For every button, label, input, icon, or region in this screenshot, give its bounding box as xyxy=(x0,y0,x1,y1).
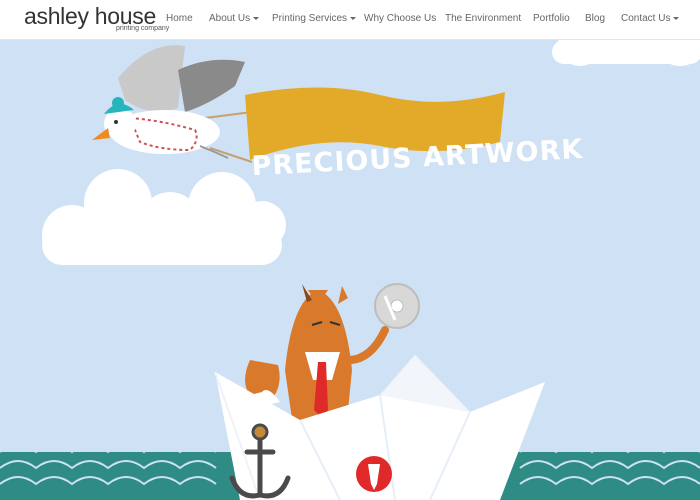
hero-illustration xyxy=(0,40,700,500)
brand-logo[interactable]: ashley house printing company xyxy=(24,3,169,37)
nav-item-home[interactable]: Home xyxy=(166,12,193,26)
nav-item-printing-services[interactable]: Printing Services xyxy=(272,12,357,26)
nav-item-label: About Us xyxy=(209,13,251,24)
caret-down-icon xyxy=(673,16,680,20)
nav-item-label: Portfolio xyxy=(533,13,570,24)
caret-down-icon xyxy=(253,16,260,20)
nav-item-label: Why Choose Us xyxy=(364,13,437,24)
nav-item-about-us[interactable]: About Us xyxy=(209,12,260,26)
nav-item-label: Printing Services xyxy=(272,13,348,24)
cloud-top-right xyxy=(552,40,700,66)
nav-item-label: Home xyxy=(166,13,193,24)
cd-disc-icon xyxy=(374,283,420,329)
nav-item-contact-us[interactable]: Contact Us xyxy=(621,12,680,26)
nav-item-label: The Environment xyxy=(445,13,522,24)
nav-item-the-environment[interactable]: The Environment xyxy=(445,12,521,26)
hero-scene: PRECIOUS ARTWORK xyxy=(0,40,700,500)
nav-item-label: Contact Us xyxy=(621,13,671,24)
top-navbar: ashley house printing company Home About… xyxy=(0,0,700,40)
seagull-illustration xyxy=(92,45,245,159)
caret-down-icon xyxy=(350,16,357,20)
pen-nib-badge-icon xyxy=(356,456,392,492)
nav-item-portfolio[interactable]: Portfolio xyxy=(533,12,570,26)
cloud-left xyxy=(42,169,286,265)
nav-item-blog[interactable]: Blog xyxy=(585,12,605,26)
brand-tagline: printing company xyxy=(116,25,170,32)
nav-item-why-choose-us[interactable]: Why Choose Us xyxy=(364,12,436,26)
nav-item-label: Blog xyxy=(585,13,606,24)
